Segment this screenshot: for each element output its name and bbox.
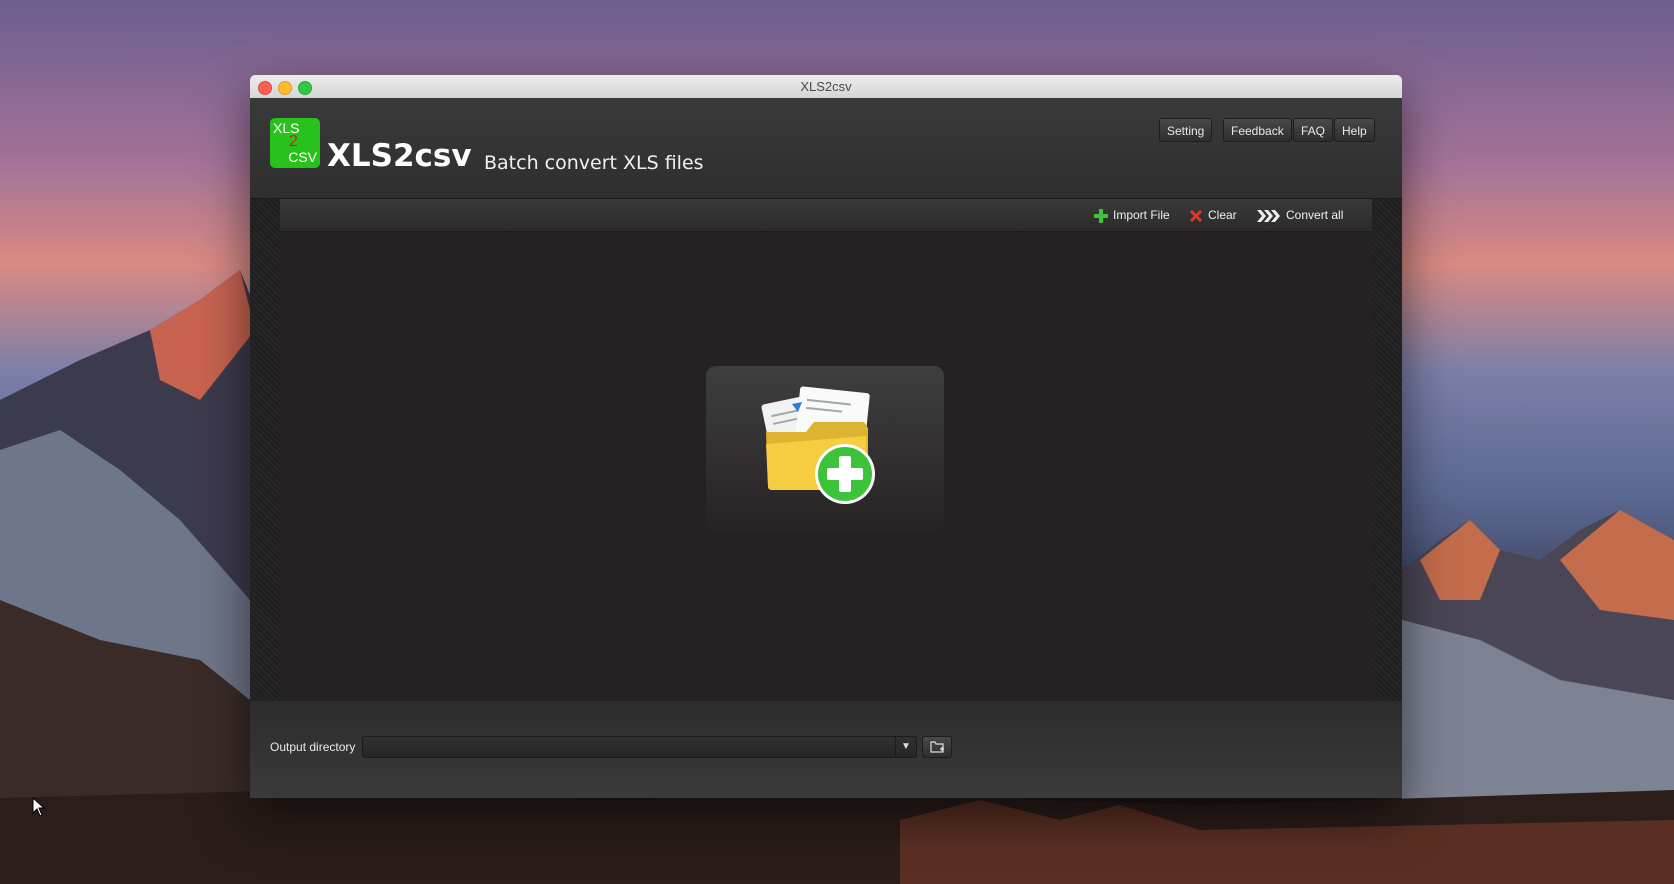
output-directory-select[interactable]: ▼	[362, 736, 917, 758]
folder-browse-icon	[930, 741, 944, 753]
chevron-down-icon[interactable]: ▼	[895, 737, 916, 757]
help-button[interactable]: Help	[1334, 118, 1375, 142]
red-x-icon	[1190, 209, 1202, 222]
mouse-cursor-icon	[32, 797, 46, 817]
app-name: XLS2csv	[327, 138, 472, 174]
import-file-button[interactable]: Import File	[1093, 203, 1170, 227]
convert-all-button[interactable]: Convert all	[1256, 203, 1343, 227]
app-window: XLS2csv XLS 2 CSV XLS2csv Batch convert …	[250, 75, 1402, 798]
feedback-button[interactable]: Feedback	[1223, 118, 1292, 142]
file-toolbar: Import File Clear Convert all	[280, 199, 1372, 232]
file-drop-zone[interactable]	[280, 232, 1372, 701]
plus-icon	[1094, 208, 1108, 223]
chevrons-right-icon	[1257, 209, 1280, 222]
footer-bar: Output directory ▼	[250, 701, 1402, 798]
app-tagline: Batch convert XLS files	[484, 152, 704, 174]
app-header: XLS 2 CSV XLS2csv Batch convert XLS file…	[250, 98, 1402, 199]
setting-button[interactable]: Setting	[1159, 118, 1213, 142]
add-files-tile[interactable]	[706, 366, 944, 532]
window-title: XLS2csv	[800, 79, 852, 94]
add-folder-icon	[761, 386, 875, 504]
clear-button[interactable]: Clear	[1188, 203, 1237, 227]
output-directory-label: Output directory	[270, 740, 356, 754]
browse-folder-button[interactable]	[922, 736, 952, 758]
faq-button[interactable]: FAQ	[1293, 118, 1334, 142]
title-bar: XLS2csv	[250, 75, 1402, 99]
app-logo: XLS 2 CSV	[270, 118, 320, 168]
